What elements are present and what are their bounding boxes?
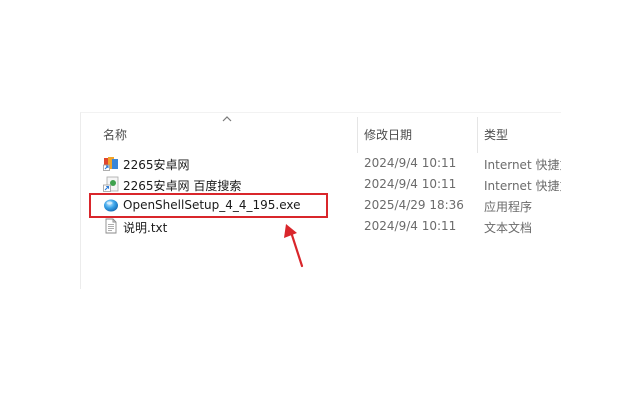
column-header-date[interactable]: 修改日期 bbox=[364, 126, 412, 143]
screenshot-stage: 名称 修改日期 类型 2265安卓网 2024/9/4 10:11 Intern… bbox=[0, 0, 640, 400]
file-row[interactable]: 说明.txt 2024/9/4 10:11 文本文档 bbox=[81, 216, 561, 237]
internet-shortcut-icon bbox=[103, 157, 118, 171]
column-header-type[interactable]: 类型 bbox=[484, 126, 508, 143]
file-name: 说明.txt bbox=[123, 221, 168, 235]
file-date: 2024/9/4 10:11 bbox=[364, 219, 457, 233]
sort-ascending-icon[interactable] bbox=[221, 114, 233, 124]
internet-shortcut-icon bbox=[103, 176, 119, 192]
file-date: 2024/9/4 10:11 bbox=[364, 156, 457, 170]
file-name: 2265安卓网 bbox=[123, 158, 190, 172]
file-type: Internet 快捷方 bbox=[484, 179, 561, 193]
text-file-icon bbox=[105, 218, 117, 234]
file-type: Internet 快捷方 bbox=[484, 158, 561, 172]
file-type: 文本文档 bbox=[484, 221, 533, 235]
file-row[interactable]: 2265安卓网 2024/9/4 10:11 Internet 快捷方 bbox=[81, 153, 561, 174]
pointer-arrow-icon bbox=[284, 224, 304, 268]
file-type: 应用程序 bbox=[484, 200, 533, 214]
file-name: 2265安卓网 百度搜索 bbox=[123, 179, 242, 193]
file-row[interactable]: 2265安卓网 百度搜索 2024/9/4 10:11 Internet 快捷方 bbox=[81, 174, 561, 195]
column-header-name[interactable]: 名称 bbox=[103, 126, 127, 143]
column-header-bar: 名称 修改日期 类型 bbox=[81, 113, 561, 153]
file-date: 2025/4/29 18:36 bbox=[364, 198, 464, 212]
file-date: 2024/9/4 10:11 bbox=[364, 177, 457, 191]
column-divider[interactable] bbox=[357, 117, 358, 153]
highlight-box bbox=[89, 193, 328, 218]
column-divider[interactable] bbox=[477, 117, 478, 153]
